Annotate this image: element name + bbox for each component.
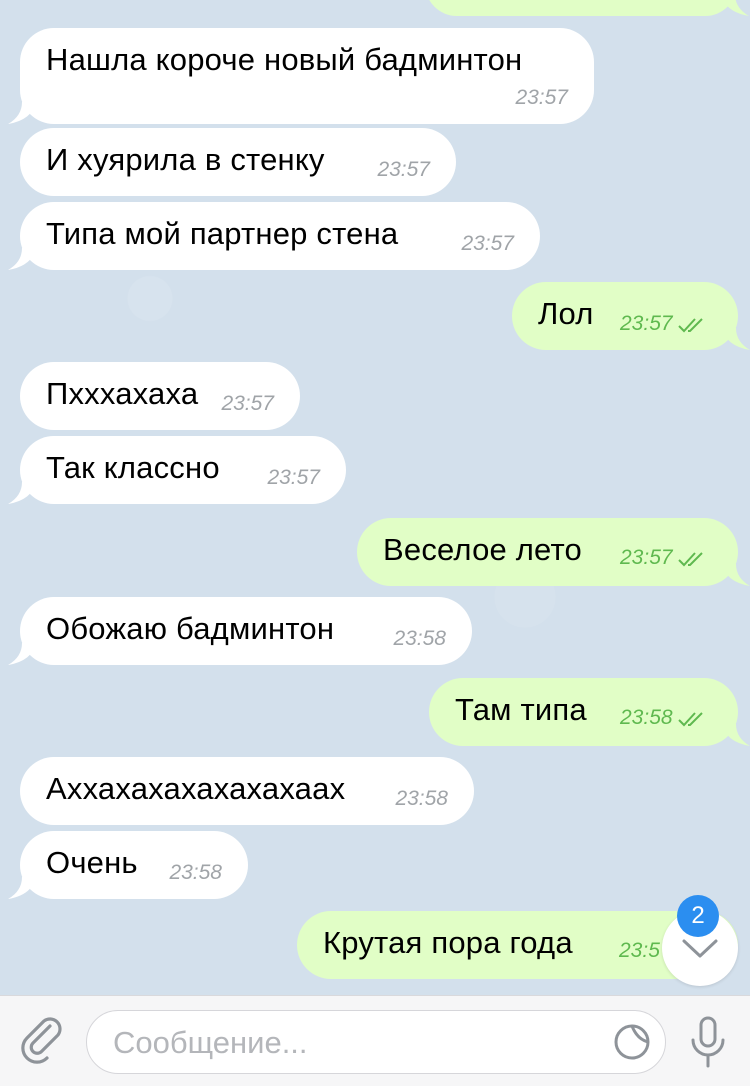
message-bubble-outgoing[interactable]: Веселое лето 23:57 [357,518,750,586]
message-input[interactable]: Сообщение... [86,1010,666,1074]
voice-message-button[interactable] [684,1014,732,1070]
message-bubble-incoming[interactable]: Типа мой партнер стена 23:57 [8,202,540,270]
message-time: 23:58 [393,627,446,650]
message-composer: Сообщение... [0,995,750,1086]
bubble-tail-icon [8,643,36,665]
message-text: Так классно [46,450,220,485]
message-bubble-incoming[interactable]: Нашла короче новый бадминтон 23:57 [8,28,594,124]
message-bubble-incoming[interactable]: И хуярила в стенку 23:57 [20,128,456,196]
bubble-tail-icon [8,482,36,504]
double-check-icon [677,712,703,727]
message-time: 23:57 [515,86,568,109]
chat-area[interactable]: Нашла короче новый бадминтон 23:57 И хуя… [0,0,750,995]
message-text: Аххахахахахахахаах [46,771,346,806]
message-bubble-incoming[interactable]: Аххахахахахахахаах 23:58 [20,757,474,825]
bubble-tail-icon [722,724,750,746]
message-input-placeholder: Сообщение... [113,1025,308,1060]
message-bubble-incoming[interactable]: Обожаю бадминтон 23:58 [8,597,472,665]
message-text: Нашла короче новый бадминтон [46,42,523,77]
message-time: 23:5 [619,939,660,962]
message-time: 23:58 [395,787,448,810]
bubble-tail-icon [8,102,36,124]
message-bubble-outgoing[interactable]: Там типа 23:58 [429,678,750,746]
double-check-icon [677,318,703,333]
message-bubble-incoming[interactable]: Пхххахаха 23:57 [20,362,300,430]
bubble-tail-icon [722,564,750,586]
message-text: Обожаю бадминтон [46,611,335,646]
message-time-text: 23:57 [620,312,673,335]
message-bubble-incoming[interactable]: Очень 23:58 [8,831,248,899]
message-text: Крутая пора года [323,925,573,960]
sticker-button[interactable] [611,1021,653,1063]
message-text: Там типа [455,692,587,727]
microphone-icon [691,1016,725,1068]
message-time-text: 23:58 [620,706,673,729]
message-time-text: 23:57 [620,546,673,569]
attach-button[interactable] [18,1016,68,1066]
message-time: 23:57 [461,232,514,255]
bubble-tail-icon [8,248,36,270]
message-bubble-incoming[interactable]: Так классно 23:57 [8,436,346,504]
message-text: Очень [46,845,138,880]
message-bubble-outgoing[interactable] [425,0,749,16]
message-time: 23:57 [620,546,707,570]
message-text: Лол [538,296,594,331]
message-text: Пхххахаха [46,376,199,411]
bubble-tail-icon [8,877,36,899]
double-check-icon [677,552,703,567]
message-time: 23:58 [620,706,707,730]
bubble-tail-icon [723,0,749,16]
message-text: Типа мой партнер стена [46,216,399,251]
bubble-tail-icon [722,328,750,350]
message-text: И хуярила в стенку [46,142,325,177]
message-time: 23:58 [169,861,222,884]
message-bubble-outgoing[interactable]: Лол 23:57 [512,282,750,350]
message-time: 23:57 [267,466,320,489]
message-time: 23:57 [221,392,274,415]
paperclip-icon [21,1017,62,1064]
message-time: 23:57 [377,158,430,181]
sticker-icon [614,1024,650,1060]
message-time: 23:57 [620,312,707,336]
message-text: Веселое лето [383,532,582,567]
unread-count-badge: 2 [677,895,719,937]
